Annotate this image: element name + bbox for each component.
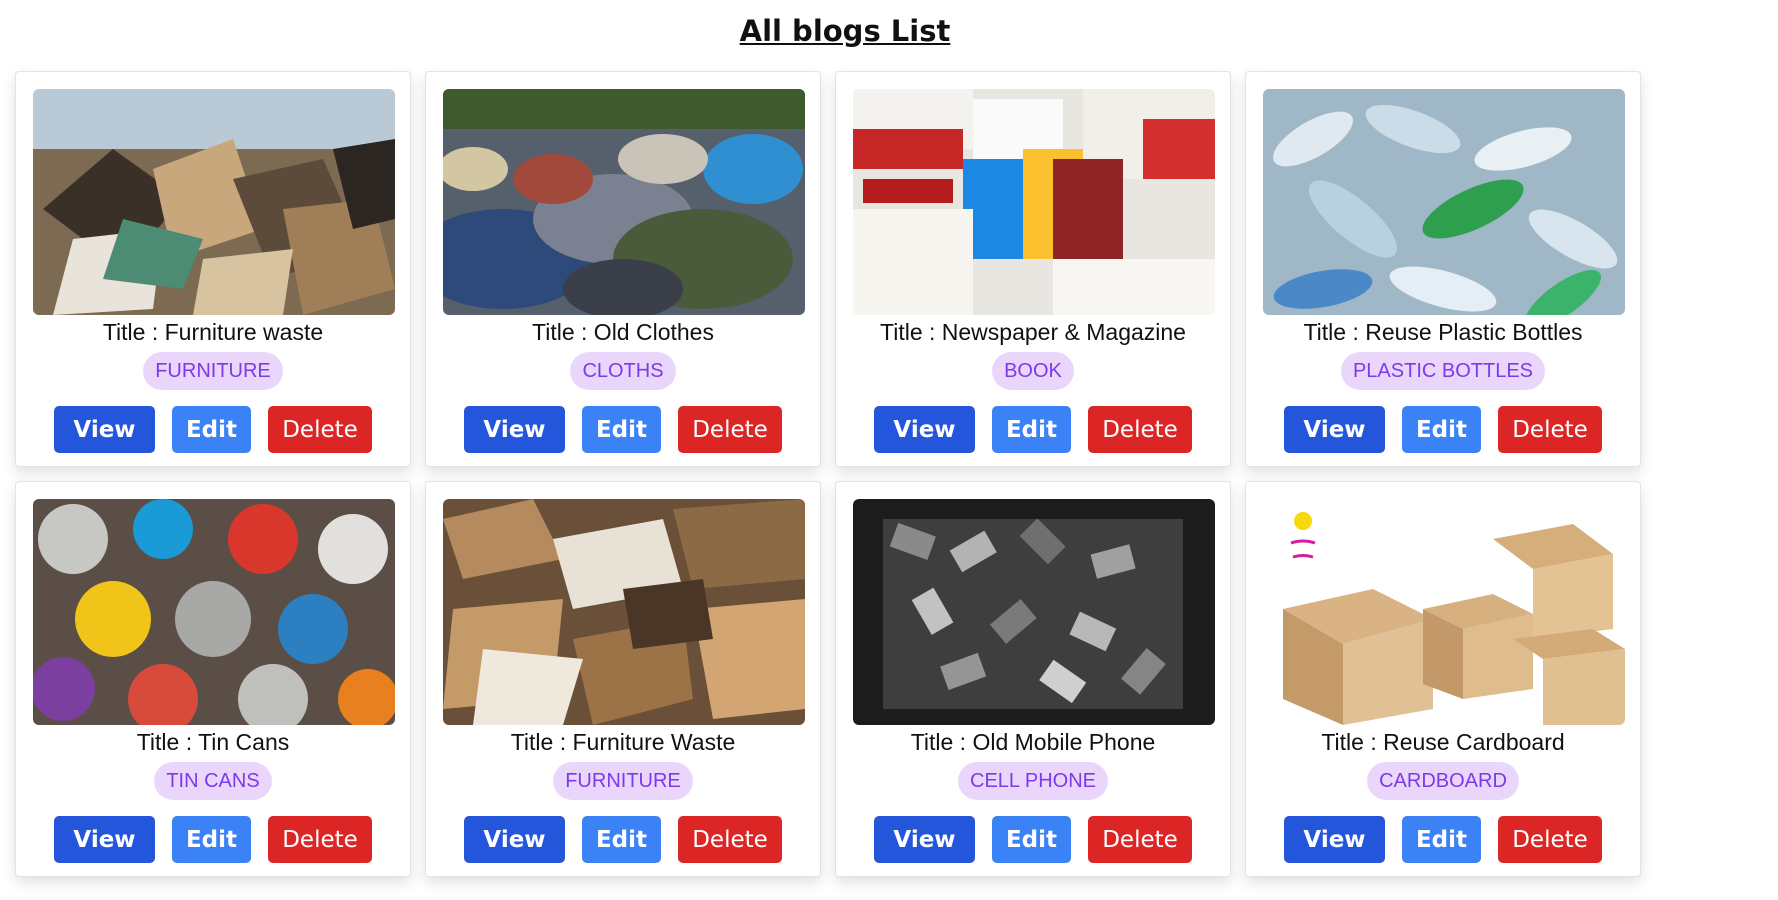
- blog-image-furniture-waste: [33, 89, 395, 315]
- view-button[interactable]: View: [874, 816, 975, 863]
- blog-grid: Title : Furniture waste FURNITURE View E…: [15, 71, 1641, 877]
- view-button[interactable]: View: [1284, 816, 1385, 863]
- blog-image-plastic-bottles: [1263, 89, 1625, 315]
- delete-button[interactable]: Delete: [1498, 816, 1602, 863]
- category-tag: FURNITURE: [553, 762, 693, 800]
- blog-card: Title : Furniture waste FURNITURE View E…: [15, 71, 411, 467]
- category-tag: BOOK: [992, 352, 1074, 390]
- category-tag: TIN CANS: [154, 762, 272, 800]
- edit-button[interactable]: Edit: [992, 816, 1071, 863]
- blog-image-old-clothes: [443, 89, 805, 315]
- view-button[interactable]: View: [54, 406, 155, 453]
- blog-card: Title : Old Clothes CLOTHS View Edit Del…: [425, 71, 821, 467]
- view-button[interactable]: View: [874, 406, 975, 453]
- blog-image-furniture-wood: [443, 499, 805, 725]
- blog-title: Title : Reuse Cardboard: [1321, 729, 1565, 755]
- blog-title: Title : Furniture Waste: [510, 729, 736, 755]
- blog-title: Title : Old Clothes: [532, 319, 714, 345]
- blog-card: Title : Tin Cans TIN CANS View Edit Dele…: [15, 481, 411, 877]
- blog-title: Title : Old Mobile Phone: [910, 729, 1156, 755]
- page-title: All blogs List: [739, 14, 951, 48]
- edit-button[interactable]: Edit: [582, 406, 661, 453]
- blog-image-cardboard-boxes: [1263, 499, 1625, 725]
- blog-card: Title : Reuse Plastic Bottles PLASTIC BO…: [1245, 71, 1641, 467]
- blog-image-mobile-phones: [853, 499, 1215, 725]
- edit-button[interactable]: Edit: [1402, 406, 1481, 453]
- view-button[interactable]: View: [1284, 406, 1385, 453]
- delete-button[interactable]: Delete: [268, 816, 372, 863]
- edit-button[interactable]: Edit: [172, 406, 251, 453]
- category-tag: PLASTIC BOTTLES: [1340, 352, 1546, 390]
- category-tag: CELL PHONE: [958, 762, 1108, 800]
- edit-button[interactable]: Edit: [992, 406, 1071, 453]
- delete-button[interactable]: Delete: [678, 406, 782, 453]
- delete-button[interactable]: Delete: [268, 406, 372, 453]
- edit-button[interactable]: Edit: [582, 816, 661, 863]
- blog-card: Title : Furniture Waste FURNITURE View E…: [425, 481, 821, 877]
- category-tag: CARDBOARD: [1367, 762, 1519, 800]
- blog-card: Title : Reuse Cardboard CARDBOARD View E…: [1245, 481, 1641, 877]
- delete-button[interactable]: Delete: [678, 816, 782, 863]
- delete-button[interactable]: Delete: [1498, 406, 1602, 453]
- category-tag: CLOTHS: [570, 352, 676, 390]
- blog-image-newspapers: [853, 89, 1215, 315]
- blog-title: Title : Tin Cans: [136, 729, 290, 755]
- blog-title: Title : Reuse Plastic Bottles: [1303, 319, 1583, 345]
- blog-title: Title : Newspaper & Magazine: [880, 319, 1186, 345]
- view-button[interactable]: View: [54, 816, 155, 863]
- blog-title: Title : Furniture waste: [102, 319, 324, 345]
- category-tag: FURNITURE: [143, 352, 283, 390]
- edit-button[interactable]: Edit: [1402, 816, 1481, 863]
- delete-button[interactable]: Delete: [1088, 816, 1192, 863]
- view-button[interactable]: View: [464, 406, 565, 453]
- view-button[interactable]: View: [464, 816, 565, 863]
- blog-card: Title : Newspaper & Magazine BOOK View E…: [835, 71, 1231, 467]
- edit-button[interactable]: Edit: [172, 816, 251, 863]
- delete-button[interactable]: Delete: [1088, 406, 1192, 453]
- blog-card: Title : Old Mobile Phone CELL PHONE View…: [835, 481, 1231, 877]
- blog-image-tin-cans: [33, 499, 395, 725]
